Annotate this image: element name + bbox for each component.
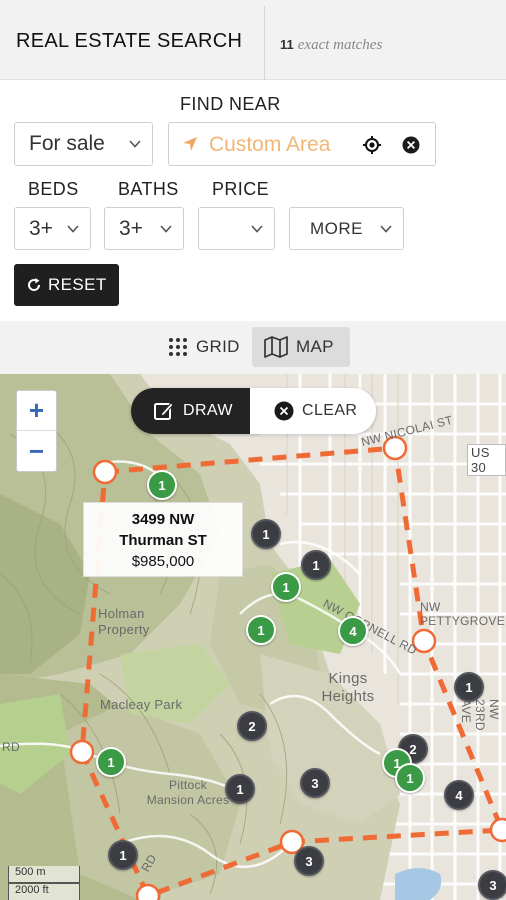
more-filters-label: MORE <box>310 218 363 238</box>
listing-marker[interactable]: 1 <box>395 763 425 793</box>
chevron-down-icon <box>251 224 263 233</box>
reset-label: RESET <box>48 275 107 294</box>
search-filters: FIND NEAR For sale BEDS BATHS PRICE 3+ 3… <box>0 81 506 321</box>
zoom-out-button[interactable]: − <box>17 431 56 471</box>
map-scale: 500 m 2000 ft <box>8 866 80 900</box>
map-icon <box>264 336 288 358</box>
beds-value: 3+ <box>29 216 53 240</box>
cluster-marker[interactable]: 2 <box>237 711 267 741</box>
cluster-marker[interactable]: 1 <box>251 519 281 549</box>
cluster-marker[interactable]: 1 <box>301 550 331 580</box>
grid-view-label: GRID <box>196 337 240 356</box>
grid-icon <box>169 338 187 356</box>
cluster-marker[interactable]: 3 <box>294 846 324 876</box>
header-divider <box>264 6 265 80</box>
cluster-marker[interactable]: 3 <box>300 768 330 798</box>
listing-marker[interactable]: 4 <box>338 616 368 646</box>
street-label-23rd-ave: NW 23RD AVE <box>459 699 501 731</box>
more-filters-button[interactable]: MORE <box>289 207 404 250</box>
listing-marker[interactable]: 1 <box>96 747 126 777</box>
match-count-number: 11 <box>280 37 294 52</box>
road-label-rd: RD <box>2 740 20 754</box>
scale-metric: 500 m <box>8 866 80 883</box>
close-circle-icon <box>274 401 294 421</box>
chevron-down-icon <box>380 224 392 233</box>
listing-marker[interactable]: 1 <box>246 615 276 645</box>
chevron-down-icon <box>129 140 141 148</box>
popup-address-line2: Thurman ST <box>119 532 207 549</box>
scale-imperial: 2000 ft <box>8 883 80 900</box>
app-header: REAL ESTATE SEARCH 11 exact matches <box>0 0 506 80</box>
clear-location-icon[interactable] <box>402 136 420 154</box>
zoom-in-button[interactable]: + <box>17 391 56 431</box>
popup-address-line1: 3499 NW <box>131 511 195 528</box>
baths-label: BATHS <box>118 179 179 199</box>
map-view-button[interactable]: MAP <box>252 327 350 367</box>
clear-label: CLEAR <box>302 402 358 419</box>
place-label-holman: Holman Property <box>98 606 150 637</box>
draw-tools: DRAW CLEAR <box>131 388 376 434</box>
price-label: PRICE <box>212 179 270 199</box>
listing-popup[interactable]: 3499 NW Thurman ST $985,000 <box>83 502 243 577</box>
chevron-down-icon <box>160 224 172 233</box>
app-title: REAL ESTATE SEARCH <box>16 30 243 52</box>
baths-select[interactable]: 3+ <box>104 207 184 250</box>
popup-price: $985,000 <box>131 553 195 570</box>
chevron-down-icon <box>67 224 79 233</box>
cluster-marker[interactable]: 3 <box>478 870 506 900</box>
beds-select[interactable]: 3+ <box>14 207 91 250</box>
cluster-marker[interactable]: 1 <box>454 672 484 702</box>
cluster-marker[interactable]: 4 <box>444 780 474 810</box>
baths-value: 3+ <box>119 216 143 240</box>
clear-button[interactable]: CLEAR <box>250 388 376 434</box>
find-near-label: FIND NEAR <box>180 94 281 114</box>
zoom-control: + − <box>16 390 57 472</box>
place-label-kings-heights: Kings Heights <box>321 670 375 705</box>
place-label-pittock: Pittock Mansion Acres <box>146 778 230 807</box>
listing-type-select[interactable]: For sale <box>14 122 153 166</box>
draw-label: DRAW <box>183 402 233 419</box>
edit-icon <box>154 402 174 420</box>
beds-label: BEDS <box>28 179 79 199</box>
highway-label-us30: US 30 <box>467 444 506 476</box>
place-label-macleay: Macleay Park <box>100 697 183 712</box>
cluster-marker[interactable]: 1 <box>225 774 255 804</box>
match-count-text: exact matches <box>297 37 383 53</box>
listing-marker[interactable]: 1 <box>147 470 177 500</box>
street-label-pettygrove: NW PETTYGROVE <box>420 600 506 628</box>
price-select[interactable] <box>198 207 275 250</box>
location-search-box[interactable] <box>168 122 436 166</box>
cluster-marker[interactable]: 1 <box>108 840 138 870</box>
view-toggle-bar: GRID MAP <box>0 321 506 374</box>
current-location-icon[interactable] <box>362 135 382 155</box>
draw-button[interactable]: DRAW <box>131 388 250 434</box>
grid-view-button[interactable]: GRID <box>160 327 248 367</box>
location-input[interactable] <box>209 132 351 158</box>
listing-marker[interactable]: 1 <box>271 572 301 602</box>
reset-button[interactable]: RESET <box>14 264 119 306</box>
map-view-label: MAP <box>296 337 334 356</box>
location-arrow-icon <box>183 137 197 151</box>
match-count: 11 exact matches <box>280 36 382 54</box>
listing-type-value: For sale <box>29 132 105 155</box>
map-view[interactable]: NW NICOLAI ST US 30 NW PETTYGROVE Holman… <box>0 374 506 900</box>
refresh-icon <box>28 278 41 291</box>
